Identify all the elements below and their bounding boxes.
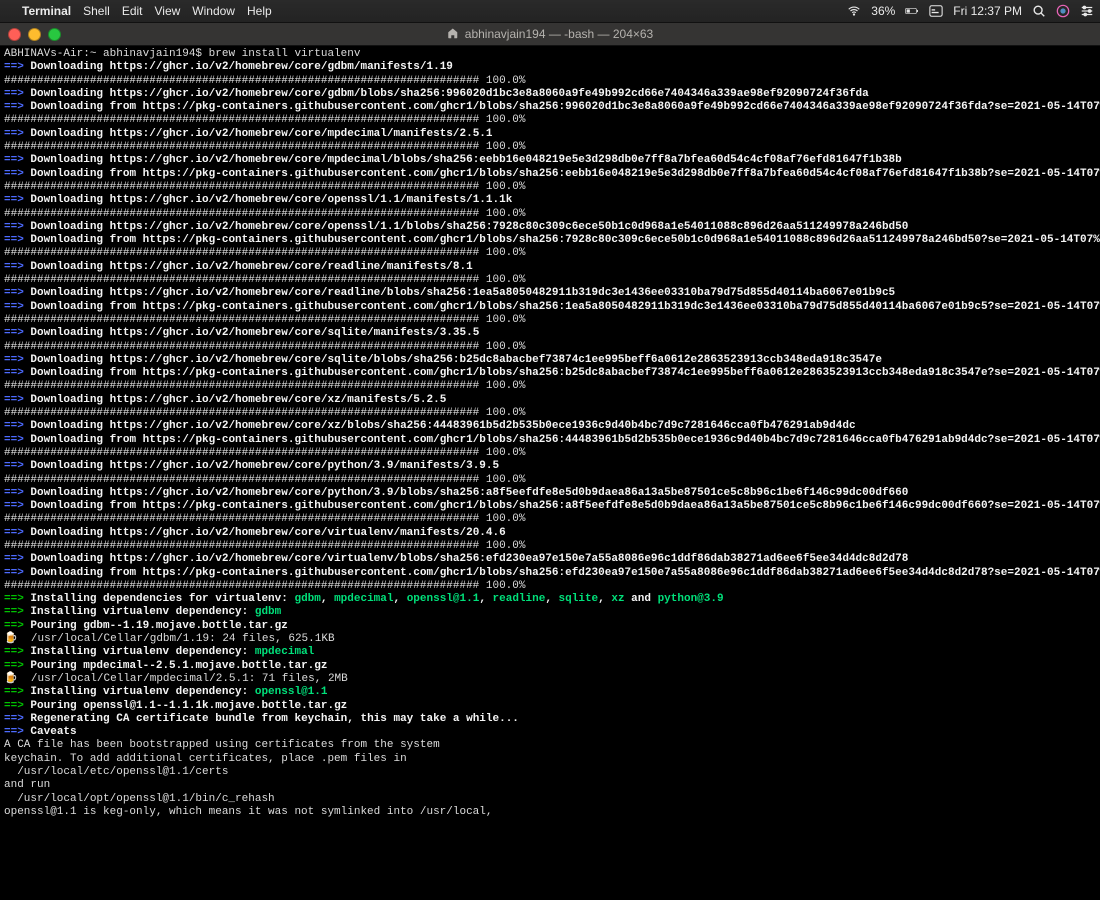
- app-menu[interactable]: Terminal: [22, 4, 71, 18]
- control-center-icon[interactable]: [1080, 4, 1094, 18]
- macos-menubar: Terminal Shell Edit View Window Help 36%…: [0, 0, 1100, 23]
- close-button[interactable]: [8, 28, 21, 41]
- window-title: abhinavjain194 — -bash — 204×63: [465, 27, 653, 41]
- menu-view[interactable]: View: [155, 4, 181, 18]
- battery-percent: 36%: [871, 4, 895, 18]
- home-folder-icon: [447, 27, 459, 42]
- menu-help[interactable]: Help: [247, 4, 272, 18]
- spotlight-icon[interactable]: [1032, 4, 1046, 18]
- wifi-icon[interactable]: [847, 4, 861, 18]
- siri-icon[interactable]: [1056, 4, 1070, 18]
- terminal-titlebar: abhinavjain194 — -bash — 204×63: [0, 23, 1100, 46]
- clock[interactable]: Fri 12:37 PM: [953, 4, 1022, 18]
- zoom-button[interactable]: [48, 28, 61, 41]
- menu-edit[interactable]: Edit: [122, 4, 143, 18]
- window-controls: [0, 28, 61, 41]
- menu-window[interactable]: Window: [192, 4, 235, 18]
- input-source-icon[interactable]: [929, 4, 943, 18]
- menu-shell[interactable]: Shell: [83, 4, 110, 18]
- terminal-content[interactable]: ABHINAVs-Air:~ abhinavjain194$ brew inst…: [0, 46, 1100, 900]
- minimize-button[interactable]: [28, 28, 41, 41]
- battery-icon[interactable]: [905, 4, 919, 18]
